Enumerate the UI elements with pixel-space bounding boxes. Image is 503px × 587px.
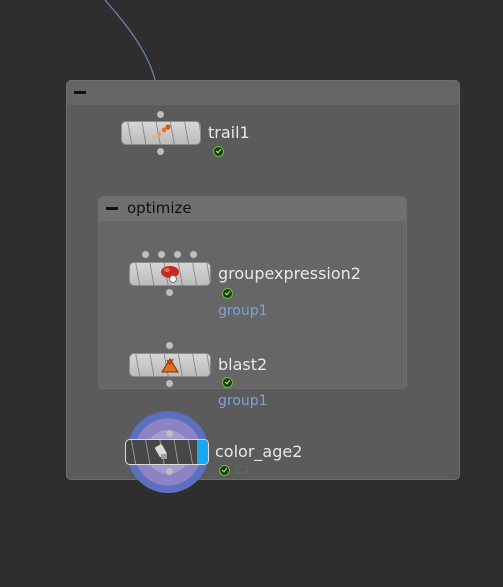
node-label[interactable]: trail1 [208, 123, 250, 142]
node-groupexpression2[interactable] [129, 262, 211, 286]
ok-flag-icon [213, 146, 224, 157]
input-port[interactable] [158, 251, 165, 258]
input-port[interactable] [166, 342, 173, 349]
node-color_age2[interactable] [125, 439, 209, 465]
node-trail1[interactable] [121, 121, 201, 145]
group-label[interactable]: group1 [218, 303, 268, 319]
trail-icon [152, 124, 171, 140]
display-flag[interactable] [197, 440, 208, 464]
output-port[interactable] [166, 468, 173, 475]
ok-flag-icon [222, 288, 233, 299]
group-label[interactable]: group1 [218, 393, 268, 409]
blast-icon [161, 358, 179, 373]
ok-flag-icon [219, 465, 230, 476]
output-port[interactable] [157, 148, 164, 155]
output-port[interactable] [166, 380, 173, 387]
bypass-flag-icon [238, 289, 250, 297]
network-box-header[interactable]: optimize [99, 197, 406, 221]
input-port[interactable] [157, 111, 164, 118]
color-icon [154, 444, 168, 459]
node-label[interactable]: blast2 [218, 355, 267, 374]
input-port[interactable] [142, 251, 149, 258]
collapse-icon[interactable] [106, 207, 118, 210]
bypass-flag-icon [236, 466, 248, 474]
input-port[interactable] [174, 251, 181, 258]
groupexpression-icon [161, 266, 179, 283]
node-label[interactable]: groupexpression2 [218, 264, 361, 283]
ok-flag-icon [222, 377, 233, 388]
network-box-header[interactable] [67, 81, 459, 105]
node-label[interactable]: color_age2 [215, 442, 302, 461]
input-port[interactable] [190, 251, 197, 258]
input-port[interactable] [166, 430, 173, 437]
network-box-title: optimize [127, 199, 192, 217]
output-port[interactable] [166, 289, 173, 296]
node-blast2[interactable] [129, 353, 211, 377]
collapse-icon[interactable] [74, 91, 86, 94]
